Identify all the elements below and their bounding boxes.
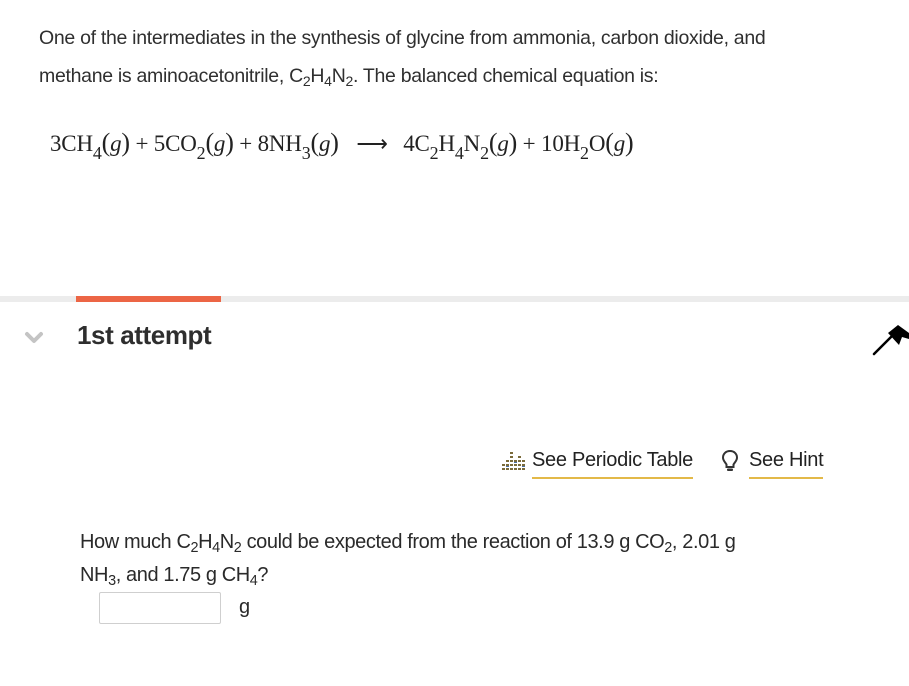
reaction-arrow-icon: ⟶	[356, 131, 388, 156]
question-text: How much C2H4N2 could be expected from t…	[80, 526, 870, 592]
element-h: H	[310, 65, 325, 87]
question-page: One of the intermediates in the synthesi…	[0, 0, 909, 686]
chevron-down-icon[interactable]	[24, 330, 44, 346]
subscript: 2	[345, 72, 353, 89]
question-part: ?	[257, 564, 269, 586]
intro-line-2-prefix: methane is aminoacetonitrile,	[39, 65, 290, 87]
element-n: N	[331, 65, 346, 87]
periodic-table-icon	[502, 452, 525, 470]
question-part: could be expected from the reaction of 1…	[241, 531, 665, 553]
compound-formula: C2H4N2	[289, 65, 353, 89]
flag-icon[interactable]	[872, 323, 909, 357]
reactant-co2: 5CO2(g)	[153, 128, 234, 164]
balanced-equation: 3CH4(g) + 5CO2(g) + 8NH3(g) ⟶ 4C2H4N2(g)…	[50, 128, 634, 164]
product-h2o: 10H2O(g)	[541, 128, 634, 164]
answer-input[interactable]	[99, 592, 221, 624]
intro-line-1: One of the intermediates in the synthesi…	[39, 27, 766, 49]
element-c: C	[289, 65, 303, 87]
plus-sign: +	[522, 131, 536, 156]
help-links: See Periodic Table See Hint	[501, 449, 824, 481]
plus-sign: +	[135, 131, 149, 156]
question-part: , and 1.75 g CH	[115, 564, 250, 586]
question-part: NH	[80, 564, 109, 586]
plus-sign: +	[239, 131, 253, 156]
see-hint-link[interactable]: See Hint	[693, 449, 824, 479]
subscript: 4	[324, 72, 332, 89]
see-periodic-table-link[interactable]: See Periodic Table	[501, 449, 693, 479]
answer-unit: g	[239, 596, 251, 618]
intro-line-2-suffix: . The balanced chemical equation is:	[353, 65, 659, 87]
question-part: , 2.01 g	[671, 531, 736, 553]
see-periodic-table-label[interactable]: See Periodic Table	[532, 449, 693, 479]
compound-formula: C2H4N2	[176, 531, 242, 557]
subscript: 3	[108, 573, 116, 590]
reactant-ch4: 3CH4(g)	[50, 128, 130, 164]
subscript: 2	[664, 540, 672, 557]
product-c2h4n2: 4C2H4N2(g)	[403, 128, 518, 164]
progress-fill	[76, 296, 221, 302]
question-part: How much	[80, 531, 177, 553]
see-hint-label[interactable]: See Hint	[749, 449, 824, 479]
attempt-title[interactable]: 1st attempt	[77, 320, 212, 351]
problem-intro: One of the intermediates in the synthesi…	[39, 19, 879, 95]
lightbulb-icon	[722, 449, 739, 471]
reactant-nh3: 8NH3(g)	[257, 128, 339, 164]
